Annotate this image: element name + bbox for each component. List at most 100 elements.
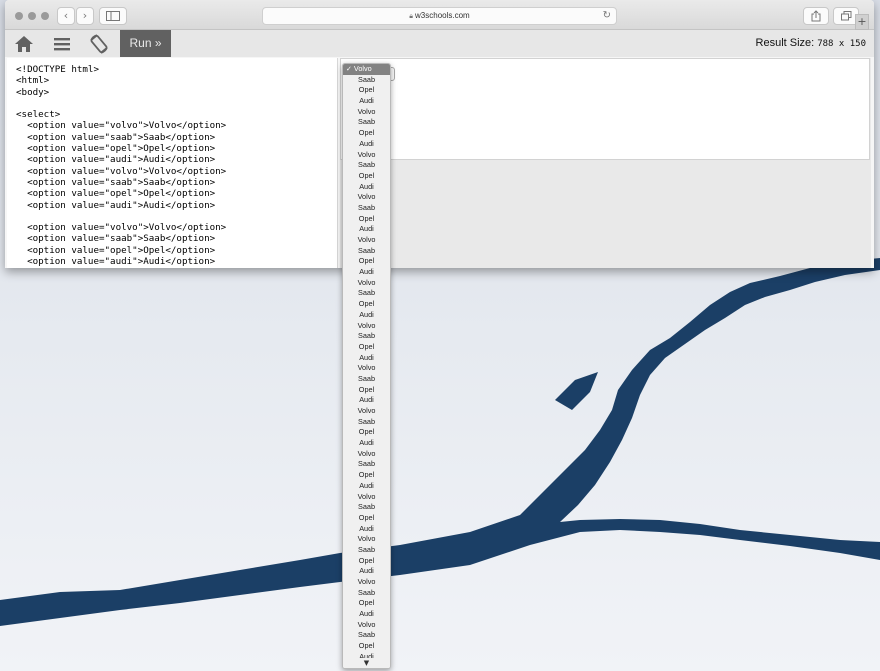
code-line: <option value="audi">Audi</option> <box>16 199 216 211</box>
scroll-down-arrow-icon[interactable]: ▼ <box>343 658 390 668</box>
dropdown-option[interactable]: Audi <box>343 481 390 492</box>
dropdown-option[interactable]: Volvo <box>343 107 390 118</box>
dropdown-option[interactable]: Audi <box>343 310 390 321</box>
code-line: <option value="saab">Saab</option> <box>16 131 216 143</box>
dropdown-option[interactable]: Saab <box>343 203 390 214</box>
dropdown-option[interactable]: Opel <box>343 342 390 353</box>
address-text: w3schools.com <box>415 11 470 20</box>
reload-icon[interactable]: ↻ <box>603 8 611 24</box>
dropdown-option[interactable]: Audi <box>343 566 390 577</box>
dropdown-option[interactable]: Volvo <box>343 363 390 374</box>
option-label: Volvo <box>357 577 376 586</box>
forward-button[interactable]: › <box>76 7 94 25</box>
run-button[interactable]: Run » <box>120 30 171 57</box>
option-label: Saab <box>357 160 376 170</box>
option-label: Saab <box>357 416 376 426</box>
dropdown-option[interactable]: Saab <box>343 160 390 171</box>
browser-window: ‹ › 🔒︎ w3schools.com ↻ Run » Result Size… <box>5 0 874 268</box>
rotate-layout-icon[interactable] <box>88 33 110 55</box>
close-window-button[interactable] <box>15 12 23 20</box>
code-line: <select> <box>16 109 61 121</box>
dropdown-option[interactable]: Saab <box>343 459 390 470</box>
dropdown-option[interactable]: Volvo <box>343 534 390 545</box>
dropdown-option[interactable]: Audi <box>343 609 390 620</box>
option-label: Opel <box>358 598 375 608</box>
dropdown-option[interactable]: Volvo <box>343 492 390 503</box>
dropdown-option[interactable]: Opel <box>343 513 390 524</box>
dropdown-option[interactable]: Saab <box>343 117 390 128</box>
sidebar-icon <box>106 11 120 21</box>
dropdown-option[interactable]: Audi <box>343 438 390 449</box>
dropdown-option[interactable]: Opel <box>343 427 390 438</box>
dropdown-option[interactable]: Opel <box>343 128 390 139</box>
dropdown-option[interactable]: Audi <box>343 182 390 193</box>
dropdown-option[interactable]: Audi <box>343 395 390 406</box>
dropdown-option[interactable]: Audi <box>343 96 390 107</box>
home-icon[interactable] <box>13 33 35 55</box>
dropdown-option[interactable]: Saab <box>343 331 390 342</box>
tabs-icon <box>840 11 851 21</box>
dropdown-option[interactable]: Opel <box>343 470 390 481</box>
dropdown-option[interactable]: Volvo <box>343 406 390 417</box>
sidebar-button[interactable] <box>99 7 127 25</box>
dropdown-option[interactable]: Opel <box>343 299 390 310</box>
dropdown-option[interactable]: Saab <box>343 374 390 385</box>
dropdown-option[interactable]: Saab <box>343 545 390 556</box>
option-label: Saab <box>357 245 376 255</box>
dropdown-option[interactable]: Saab <box>343 246 390 257</box>
dropdown-option[interactable]: Volvo <box>343 449 390 460</box>
dropdown-option[interactable]: ✓ Volvo <box>343 64 390 75</box>
dropdown-option[interactable]: Volvo <box>343 150 390 161</box>
dropdown-option[interactable]: Saab <box>343 288 390 299</box>
dropdown-option[interactable]: Volvo <box>343 620 390 631</box>
code-line: <!DOCTYPE html> <box>16 64 99 75</box>
dropdown-option[interactable]: Volvo <box>343 235 390 246</box>
option-label: Saab <box>357 544 376 554</box>
option-label: Opel <box>358 170 375 180</box>
option-label: Volvo <box>357 406 376 415</box>
dropdown-option[interactable]: Saab <box>343 502 390 513</box>
option-label: Opel <box>358 85 375 95</box>
dropdown-option[interactable]: Opel <box>343 385 390 396</box>
dropdown-option[interactable]: Opel <box>343 256 390 267</box>
zoom-window-button[interactable] <box>41 12 49 20</box>
dropdown-option[interactable]: Audi <box>343 267 390 278</box>
dropdown-option[interactable]: Saab <box>343 75 390 86</box>
dropdown-option[interactable]: Saab <box>343 588 390 599</box>
dropdown-option[interactable]: Volvo <box>343 321 390 332</box>
address-bar[interactable]: 🔒︎ w3schools.com ↻ <box>262 7 617 25</box>
option-label: Audi <box>359 181 374 191</box>
dropdown-option[interactable]: Volvo <box>343 577 390 588</box>
dropdown-option[interactable]: Saab <box>343 417 390 428</box>
back-button[interactable]: ‹ <box>57 7 75 25</box>
dropdown-option[interactable]: Volvo <box>343 278 390 289</box>
share-button[interactable] <box>803 7 829 25</box>
dropdown-option[interactable]: Volvo <box>343 192 390 203</box>
code-editor[interactable]: <!DOCTYPE html> <html> <body> <select> <op… <box>7 58 338 268</box>
option-label: Volvo <box>357 619 376 629</box>
result-size-value: 788 x 150 <box>817 39 866 49</box>
new-tab-button[interactable]: + <box>855 14 869 30</box>
minimize-window-button[interactable] <box>28 12 36 20</box>
option-label: Volvo <box>357 534 376 544</box>
dropdown-option[interactable]: Audi <box>343 139 390 150</box>
result-size: Result Size: 788 x 150 <box>756 37 866 49</box>
dropdown-option[interactable]: Audi <box>343 224 390 235</box>
option-label: Opel <box>358 341 375 351</box>
menu-icon[interactable] <box>51 33 73 55</box>
dropdown-option[interactable]: Opel <box>343 171 390 182</box>
dropdown-option[interactable]: Audi <box>343 353 390 364</box>
dropdown-option[interactable]: Audi <box>343 524 390 535</box>
option-label: Audi <box>359 96 374 106</box>
dropdown-option[interactable]: Opel <box>343 85 390 96</box>
dropdown-option[interactable]: Opel <box>343 598 390 609</box>
dropdown-option[interactable]: Opel <box>343 641 390 652</box>
option-label: Opel <box>358 256 375 266</box>
dropdown-option[interactable]: Opel <box>343 214 390 225</box>
dropdown-option[interactable]: Saab <box>343 630 390 641</box>
dropdown-option[interactable]: Opel <box>343 556 390 567</box>
select-dropdown-list[interactable]: ✓ Volvo Saab Opel Audi Volvo Saab Opel Audi Volvo… <box>342 63 391 669</box>
option-label: Opel <box>358 299 375 309</box>
option-label: Opel <box>358 470 375 480</box>
code-line: <option value="opel">Opel</option> <box>16 244 216 256</box>
